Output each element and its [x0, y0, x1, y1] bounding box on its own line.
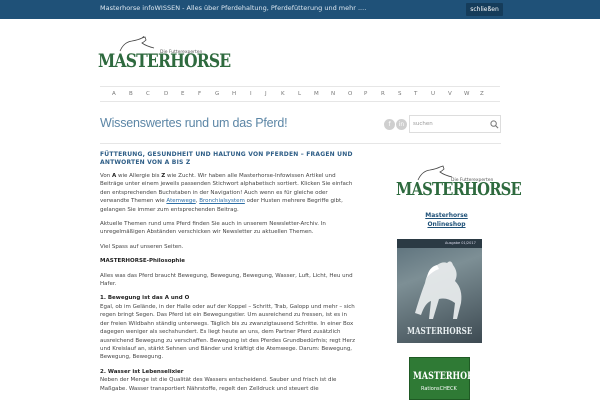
header-divider [100, 143, 501, 144]
greeting-paragraph: Viel Spass auf unseren Seiten. [100, 243, 184, 250]
alpha-letter[interactable]: L [298, 91, 301, 97]
alpha-letter[interactable]: A [112, 91, 116, 97]
alpha-letter[interactable]: B [129, 91, 133, 97]
linkedin-icon[interactable]: in [396, 119, 407, 130]
alpha-letter[interactable]: M [314, 91, 319, 97]
alpha-letter[interactable]: F [198, 91, 201, 97]
alpha-letter[interactable]: N [331, 91, 335, 97]
bronchialsystem-link[interactable]: Bronchialsystem [199, 198, 245, 204]
magazine-title: MASTERHORSE [407, 327, 473, 337]
top-notification-bar: Masterhorse infoWISSEN - Alles über Pfer… [0, 0, 600, 19]
philosophy-paragraph: Alles was das Pferd braucht Bewegung, Be… [100, 272, 353, 288]
article-content: FÜTTERUNG, GESUNDHEIT UND HALTUNG VON PF… [100, 151, 357, 399]
article-heading: FÜTTERUNG, GESUNDHEIT UND HALTUNG VON PF… [100, 151, 353, 166]
alpha-letter[interactable]: D [164, 91, 168, 97]
search-box [409, 115, 501, 133]
newsletter-paragraph: Aktuelle Themen rund ums Pferd finden Si… [100, 221, 326, 236]
section-1-heading: 1. Bewegung ist das A und O [100, 295, 190, 302]
alpha-letter[interactable]: R [381, 91, 385, 97]
alpha-letter[interactable]: H [232, 91, 236, 97]
rations-subtitle: RationsCHECK [421, 386, 457, 392]
rations-brand: MASTERHORSE [413, 371, 486, 382]
section-1-text: Egal, ob im Gelände, in der Halle oder a… [100, 303, 355, 361]
magazine-cover-image[interactable]: Ausgabe 01/2017 MASTERHORSE [397, 239, 482, 343]
alpha-letter[interactable]: C [146, 91, 150, 97]
magazine-issue: Ausgabe 01/2017 [445, 241, 476, 245]
alpha-letter[interactable]: I [250, 91, 252, 97]
onlineshop-link-line1[interactable]: Masterhorse [392, 212, 501, 219]
close-button[interactable]: schließen [466, 3, 503, 16]
page-title: Wissenswertes rund um das Pferd! [100, 116, 288, 130]
alpha-letter[interactable]: P [364, 91, 367, 97]
alpha-letter[interactable]: G [215, 91, 219, 97]
facebook-icon[interactable]: f [384, 119, 395, 130]
section-2-text: Neben der Menge ist die Qualität des Was… [100, 377, 337, 392]
logo-wordmark: MASTERHORSE [98, 50, 231, 72]
onlineshop-link-line2[interactable]: Onlineshop [392, 221, 501, 228]
alpha-letter[interactable]: Z [480, 91, 484, 97]
search-icon[interactable] [490, 120, 499, 129]
alpha-letter[interactable]: W [464, 91, 469, 97]
alpha-letter[interactable]: T [414, 91, 417, 97]
alpha-letter[interactable]: S [398, 91, 402, 97]
intro-paragraph: Von A wie Allergie bis Z wie Zucht. Wir … [100, 172, 357, 214]
sidebar-logo-wordmark: MASTERHORSE [396, 179, 522, 200]
alpha-letter[interactable]: U [431, 91, 435, 97]
white-horse-image [415, 261, 462, 319]
site-logo[interactable]: Die Futterexperten MASTERHORSE [98, 36, 231, 76]
alpha-letter[interactable]: K [281, 91, 285, 97]
alpha-letter[interactable]: E [181, 91, 184, 97]
topbar-message: Masterhorse infoWISSEN - Alles über Pfer… [100, 4, 367, 12]
sidebar-logo[interactable]: Die Futterexperten MASTERHORSE [396, 165, 522, 205]
search-input[interactable] [413, 118, 483, 130]
intro-text: wie Allergie bis [116, 173, 162, 179]
intro-text: Von [100, 173, 112, 179]
section-2-heading: 2. Wasser ist Lebenselixier [100, 368, 184, 375]
rationscheck-banner[interactable]: MASTERHORSE RationsCHECK [409, 357, 486, 400]
philosophy-heading: MASTERHORSE-Philosophie [100, 258, 185, 265]
alpha-letter[interactable]: V [448, 91, 452, 97]
alphabet-navigation: A B C D E F G H I J K L M N O P R S T U … [100, 86, 500, 102]
atemwege-link[interactable]: Atemwege [166, 198, 195, 204]
alpha-letter[interactable]: J [265, 91, 267, 97]
alpha-letter[interactable]: O [348, 91, 352, 97]
